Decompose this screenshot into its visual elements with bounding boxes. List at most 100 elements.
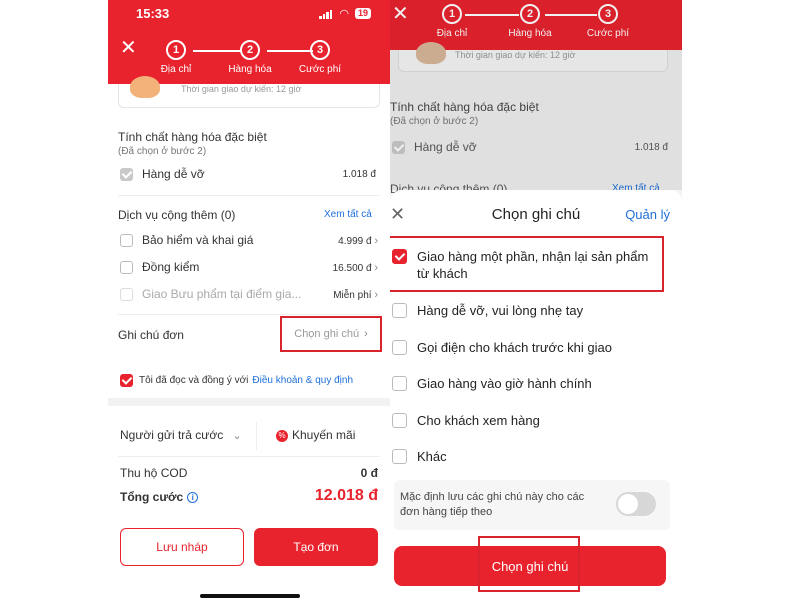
service-price: 4.999 đ xyxy=(338,236,372,247)
create-order-label: Tạo đơn xyxy=(293,540,339,554)
total-label: Tổng cước xyxy=(120,490,184,504)
mascot-icon xyxy=(130,76,160,98)
step-goods[interactable]: 2 Hàng hóa xyxy=(220,40,280,75)
chevron-right-icon: › xyxy=(374,235,378,247)
note-option-checkbox[interactable] xyxy=(392,249,407,264)
save-default-card: Mặc định lưu các ghi chú này cho các đơn… xyxy=(394,480,670,530)
total-row: Tổng cước i xyxy=(120,490,199,504)
status-icons: ◠ 19 xyxy=(319,7,371,20)
chevron-right-icon: › xyxy=(374,262,378,274)
special-goods-title: Tính chất hàng hóa đặc biệt xyxy=(118,130,267,144)
payer-label: Người gửi trả cước xyxy=(120,428,224,442)
fragile-price: 1.018 đ xyxy=(342,169,376,180)
stepper: 1 Địa chỉ 2 Hàng hóa 3 Cước phí xyxy=(146,40,376,80)
service-checkbox[interactable] xyxy=(120,233,133,247)
note-option[interactable]: Gọi điện cho khách trước khi giao xyxy=(392,339,682,356)
service-row[interactable]: Bảo hiểm và khai giá xyxy=(120,233,253,247)
step-number: 3 xyxy=(310,40,330,60)
divider xyxy=(118,314,380,315)
step-label: Cước phí xyxy=(298,64,342,75)
create-order-button[interactable]: Tạo đơn xyxy=(254,528,378,566)
note-option-label: Cho khách xem hàng xyxy=(417,413,540,428)
agreement-checkbox[interactable] xyxy=(120,374,133,387)
divider xyxy=(118,456,380,457)
order-screen: 15:33 ◠ 19 ✕ 1 Địa chỉ 2 Hàng hóa 3 Cước… xyxy=(108,0,391,600)
header-bar: 15:33 ◠ 19 ✕ 1 Địa chỉ 2 Hàng hóa 3 Cước… xyxy=(108,0,391,84)
wifi-icon: ◠ xyxy=(339,8,349,20)
note-option-label: Giao hàng một phần, nhận lại sản phẩm từ… xyxy=(417,249,649,281)
note-option-checkbox[interactable] xyxy=(392,303,407,318)
service-price: 16.500 đ xyxy=(332,263,372,274)
close-icon[interactable]: ✕ xyxy=(120,38,137,58)
agreement-row: Tôi đã đọc và đồng ý với Điều khoản & qu… xyxy=(120,374,353,387)
order-note-label: Ghi chú đơn xyxy=(118,328,184,342)
note-picker-screen: ✕ 1 Địa chỉ 2 Hàng hóa 3 Cước phí Thời g… xyxy=(390,0,682,600)
step-number: 1 xyxy=(166,40,186,60)
fragile-row: Hàng dễ vỡ xyxy=(120,167,205,181)
note-option[interactable]: Giao hàng một phần, nhận lại sản phẩm từ… xyxy=(392,248,662,282)
save-default-toggle[interactable] xyxy=(616,492,656,516)
total-value: 12.018 đ xyxy=(314,487,378,504)
manage-link[interactable]: Quản lý xyxy=(625,207,670,222)
step-address[interactable]: 1 Địa chỉ xyxy=(146,40,206,75)
note-option-checkbox[interactable] xyxy=(392,449,407,464)
service-label: Giao Bưu phẩm tại điểm gia... xyxy=(142,287,302,301)
agreement-text: Tôi đã đọc và đồng ý với xyxy=(139,375,249,386)
promo-button[interactable]: % Khuyến mãi xyxy=(276,428,355,442)
promo-label: Khuyến mãi xyxy=(292,428,356,442)
divider xyxy=(118,195,380,196)
extra-services-title: Dịch vụ cộng thêm (0) xyxy=(118,208,236,222)
note-option[interactable]: Cho khách xem hàng xyxy=(392,412,682,429)
chevron-right-icon: › xyxy=(374,289,378,301)
note-option-checkbox[interactable] xyxy=(392,340,407,355)
service-label: Đồng kiểm xyxy=(142,260,200,274)
special-goods-subtitle: (Đã chọn ở bước 2) xyxy=(118,146,207,157)
service-checkbox[interactable] xyxy=(120,260,133,274)
step-number: 2 xyxy=(240,40,260,60)
step-label: Hàng hóa xyxy=(228,64,272,75)
vertical-divider xyxy=(256,422,257,450)
note-option[interactable]: Giao hàng vào giờ hành chính xyxy=(392,375,682,392)
note-option-label: Khác xyxy=(417,449,447,464)
step-fee[interactable]: 3 Cước phí xyxy=(290,40,350,75)
dim-overlay[interactable] xyxy=(390,0,682,190)
service-value: 16.500 đ › xyxy=(308,262,378,274)
see-all-link[interactable]: Xem tất cả xyxy=(324,209,372,220)
service-label: Bảo hiểm và khai giá xyxy=(142,233,254,247)
service-checkbox xyxy=(120,287,133,301)
service-value: 4.999 đ › xyxy=(308,235,378,247)
save-draft-label: Lưu nháp xyxy=(156,540,208,554)
highlight-box xyxy=(478,536,580,592)
chevron-right-icon: › xyxy=(364,328,368,340)
save-default-text: Mặc định lưu các ghi chú này cho các đơn… xyxy=(400,491,585,518)
terms-link[interactable]: Điều khoản & quy định xyxy=(252,375,353,386)
note-option-label: Giao hàng vào giờ hành chính xyxy=(417,376,592,391)
service-price: Miễn phí xyxy=(333,290,372,301)
delivery-time-text: Thời gian giao dự kiến: 12 giờ xyxy=(181,84,302,94)
note-bottom-sheet: ✕ Chọn ghi chú Quản lý Giao hàng một phầ… xyxy=(390,190,682,600)
cod-label: Thu hộ COD xyxy=(120,466,188,480)
service-row[interactable]: Đồng kiểm xyxy=(120,260,199,274)
save-draft-button[interactable]: Lưu nháp xyxy=(120,528,244,566)
promo-icon: % xyxy=(276,429,288,442)
status-time: 15:33 xyxy=(136,6,170,21)
note-option[interactable]: Khác xyxy=(392,448,682,465)
note-option-checkbox[interactable] xyxy=(392,413,407,428)
note-option-checkbox[interactable] xyxy=(392,376,407,391)
note-option-label: Gọi điện cho khách trước khi giao xyxy=(417,340,612,355)
fragile-checkbox xyxy=(120,167,133,181)
section-separator xyxy=(108,398,391,406)
choose-note-button[interactable]: Chọn ghi chú › xyxy=(280,316,382,352)
payer-select[interactable]: Người gửi trả cước ⌄ xyxy=(120,428,242,442)
cod-value: 0 đ xyxy=(360,466,378,480)
step-label: Địa chỉ xyxy=(160,64,192,75)
chevron-down-icon: ⌄ xyxy=(232,430,242,442)
service-value: Miễn phí › xyxy=(308,289,378,301)
toggle-knob xyxy=(618,494,638,514)
note-option[interactable]: Hàng dễ vỡ, vui lòng nhẹ tay xyxy=(392,302,682,319)
signal-icon xyxy=(319,9,333,19)
status-bar: 15:33 ◠ 19 xyxy=(108,0,391,28)
service-row: Giao Bưu phẩm tại điểm gia... xyxy=(120,287,301,301)
fragile-label: Hàng dễ vỡ xyxy=(142,167,205,181)
info-icon[interactable]: i xyxy=(187,492,199,504)
